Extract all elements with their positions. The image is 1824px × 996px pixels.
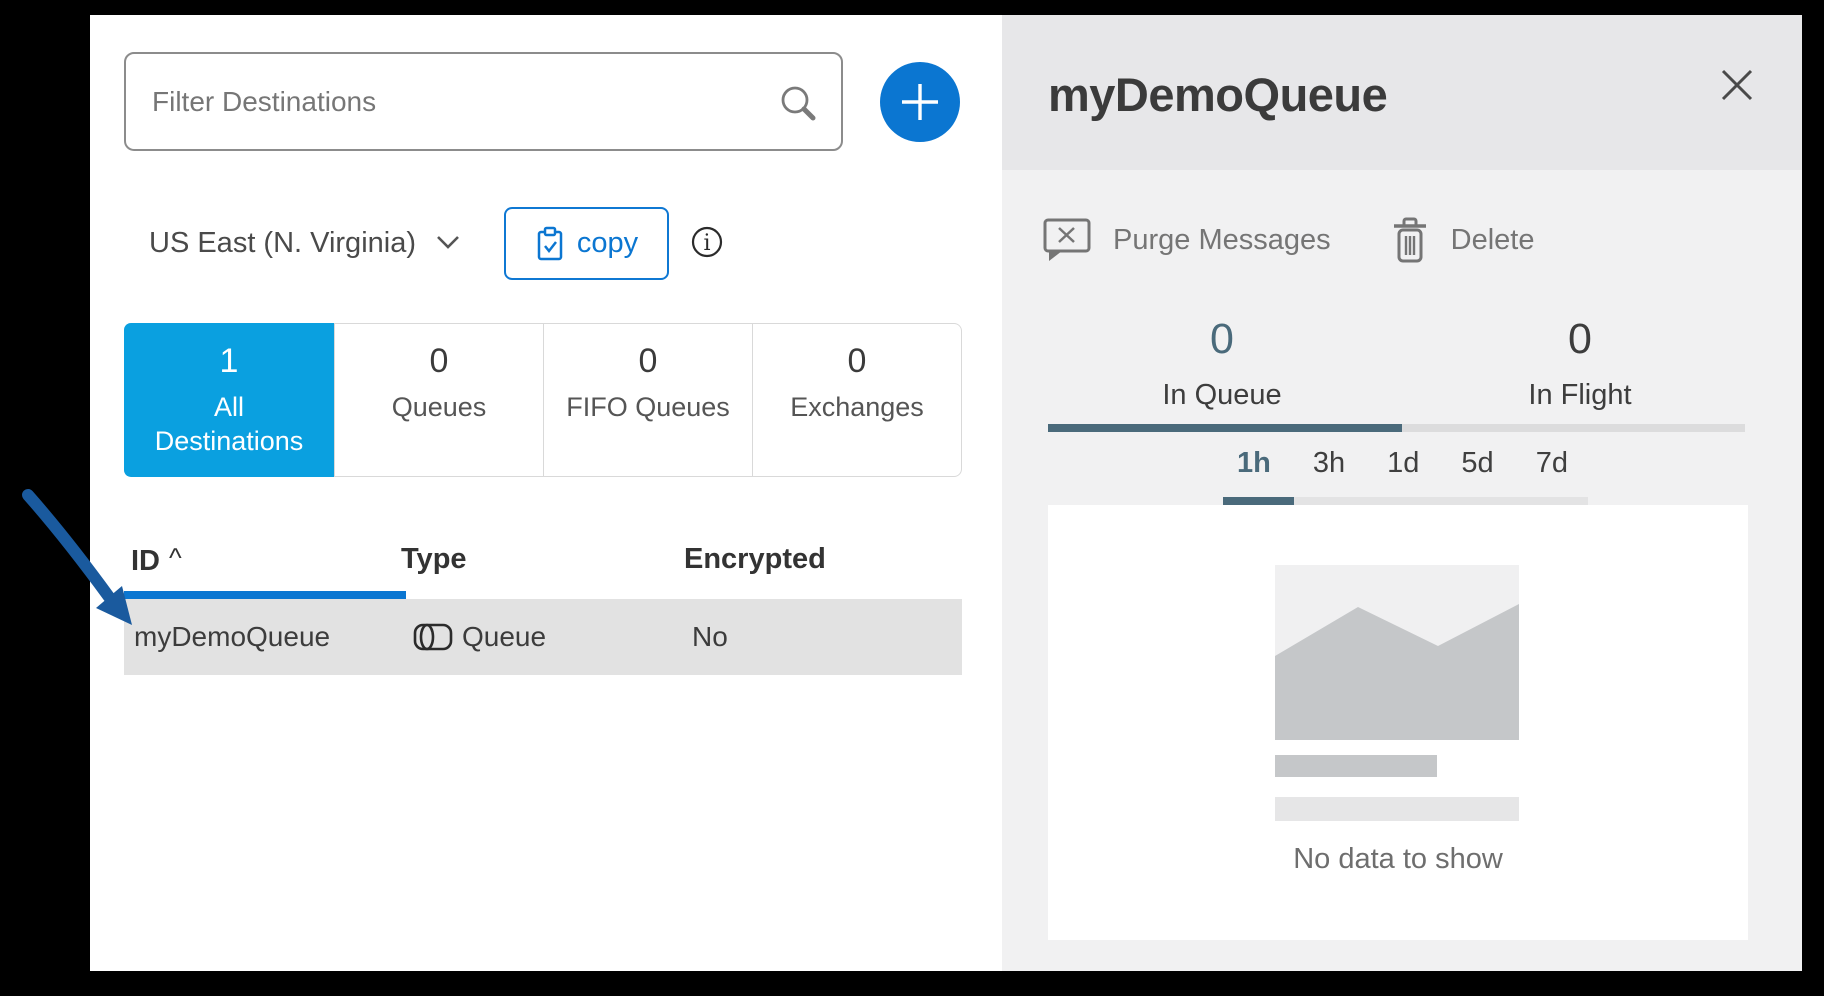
app-screen: US East (N. Virginia) copy i 1 <box>0 0 1824 996</box>
region-selector[interactable]: US East (N. Virginia) <box>149 220 460 266</box>
stat-count: 0 <box>335 340 543 382</box>
close-icon[interactable] <box>1715 63 1759 107</box>
tab-5d[interactable]: 5d <box>1461 447 1493 480</box>
filter-destinations-field <box>124 52 843 151</box>
stat-count: 0 <box>753 340 961 382</box>
stat-tab-in-queue[interactable]: 0 In Queue <box>1022 313 1422 412</box>
trash-icon <box>1391 215 1429 265</box>
in-flight-value: 0 <box>1380 313 1780 365</box>
column-header-type[interactable]: Type <box>401 543 467 576</box>
tab-7d[interactable]: 7d <box>1536 447 1568 480</box>
sorted-column-indicator <box>124 591 406 599</box>
detail-panel-header: myDemoQueue <box>1002 15 1802 170</box>
queue-actions: Purge Messages Delete <box>1043 215 1534 265</box>
no-data-image-placeholder <box>1275 565 1519 740</box>
destination-stat-cards: 1 All Destinations 0 Queues 0 FIFO Queue… <box>124 323 962 477</box>
info-icon[interactable]: i <box>689 224 725 260</box>
sort-ascending-icon: ^ <box>169 543 182 574</box>
table-row-mydemoqueue[interactable]: myDemoQueue Queue No <box>124 599 962 675</box>
stat-count: 0 <box>544 340 752 382</box>
clipboard-check-icon <box>535 226 565 262</box>
stat-selection-bar-active <box>1048 424 1402 432</box>
destinations-table-header: ID ^ Type Encrypted <box>90 543 1002 587</box>
purge-messages-label: Purge Messages <box>1113 224 1331 257</box>
stat-label: All Destinations <box>144 390 314 458</box>
queue-title: myDemoQueue <box>1048 67 1387 122</box>
tab-1h[interactable]: 1h <box>1237 447 1271 480</box>
row-encrypted-cell: No <box>692 621 728 653</box>
image-placeholder-mountains <box>1275 565 1519 740</box>
stat-label: Queues <box>335 390 543 424</box>
in-queue-label: In Queue <box>1022 379 1422 412</box>
chevron-down-icon <box>436 235 460 251</box>
stat-label: Exchanges <box>753 390 961 424</box>
row-type-cell: Queue <box>462 621 546 653</box>
in-queue-value: 0 <box>1022 313 1422 365</box>
search-icon <box>777 82 821 126</box>
queue-icon <box>413 622 453 652</box>
console-window: US East (N. Virginia) copy i 1 <box>90 15 1802 971</box>
copy-button[interactable]: copy <box>504 207 669 280</box>
destinations-panel: US East (N. Virginia) copy i 1 <box>90 15 1002 971</box>
purge-messages-button[interactable]: Purge Messages <box>1043 218 1331 262</box>
stat-card-fifo-queues[interactable]: 0 FIFO Queues <box>543 324 752 476</box>
delete-button[interactable]: Delete <box>1391 215 1535 265</box>
region-label: US East (N. Virginia) <box>149 227 416 260</box>
in-flight-label: In Flight <box>1380 379 1780 412</box>
queue-metrics-chart: No data to show <box>1048 505 1748 940</box>
purge-messages-icon <box>1043 218 1091 262</box>
stat-card-queues[interactable]: 0 Queues <box>334 324 543 476</box>
plus-icon <box>898 80 942 124</box>
column-header-encrypted[interactable]: Encrypted <box>684 543 826 576</box>
row-id-cell: myDemoQueue <box>134 621 330 653</box>
queue-detail-panel: myDemoQueue Purge Messages <box>1002 15 1802 971</box>
placeholder-text-bar-light <box>1275 797 1519 821</box>
copy-button-label: copy <box>577 227 638 260</box>
add-destination-button[interactable] <box>880 62 960 142</box>
column-header-id-label: ID <box>131 545 160 577</box>
stat-tab-in-flight[interactable]: 0 In Flight <box>1380 313 1780 412</box>
delete-label: Delete <box>1451 224 1535 257</box>
stat-selection-bar <box>1048 424 1745 432</box>
time-range-tabs: 1h 3h 1d 5d 7d <box>1054 447 1751 480</box>
filter-destinations-input[interactable] <box>126 54 841 149</box>
stat-label: FIFO Queues <box>544 390 752 424</box>
no-data-message: No data to show <box>1048 843 1748 876</box>
tab-3h[interactable]: 3h <box>1313 447 1345 480</box>
placeholder-text-bar-dark <box>1275 755 1437 777</box>
stat-card-all-destinations[interactable]: 1 All Destinations <box>124 323 334 477</box>
svg-text:i: i <box>703 231 710 256</box>
stat-count: 1 <box>124 340 334 382</box>
stat-card-exchanges[interactable]: 0 Exchanges <box>752 324 961 476</box>
column-header-id[interactable]: ID ^ <box>131 543 182 578</box>
tab-1d[interactable]: 1d <box>1387 447 1419 480</box>
